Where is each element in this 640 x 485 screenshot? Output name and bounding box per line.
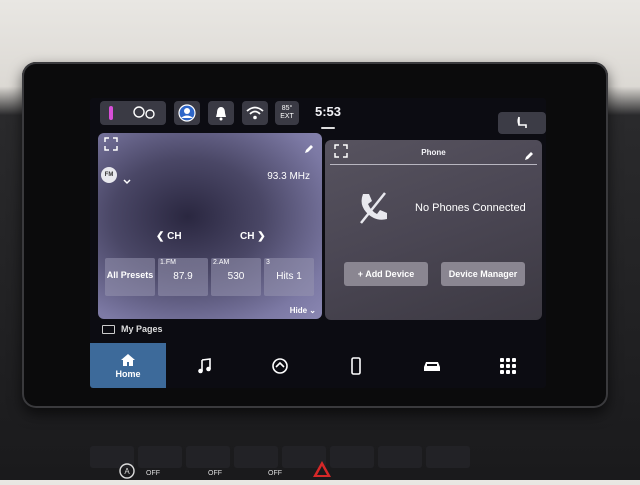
add-device-button[interactable]: + Add Device <box>344 262 428 286</box>
phone-card[interactable]: Phone No Phones Connected + Add Device D… <box>325 140 542 320</box>
band-badge[interactable]: FM <box>101 167 117 183</box>
preset-label: Hits 1 <box>276 271 302 282</box>
status-bar: 85° EXT 5:53 <box>90 98 546 134</box>
station-frequency: 93.3 MHz <box>267 171 310 182</box>
divider <box>330 164 537 165</box>
clock: 5:53 <box>315 104 342 119</box>
outside-temperature: 85° EXT <box>275 101 299 125</box>
nav-home-label: Home <box>115 368 141 379</box>
expand-icon[interactable] <box>104 137 118 154</box>
hide-button[interactable]: Hide ⌄ <box>290 306 316 315</box>
phone-icon <box>351 356 361 375</box>
bell-icon[interactable] <box>208 101 234 125</box>
temp-ext-label: EXT <box>280 113 294 120</box>
wifi-icon[interactable] <box>242 101 268 125</box>
nav-apps[interactable] <box>470 343 546 388</box>
bottom-nav: Home <box>90 343 546 388</box>
music-icon <box>198 357 211 373</box>
chevron-left-icon: ❮ <box>156 231 165 242</box>
phone-status: No Phones Connected <box>415 202 526 214</box>
no-phone-icon <box>355 190 391 231</box>
nav-phone[interactable] <box>318 343 394 388</box>
chevron-down-icon: ⌄ <box>309 306 316 315</box>
ch-next-button[interactable]: CH ❯ <box>240 231 266 242</box>
temp-value: 85° <box>281 105 293 112</box>
chevron-right-icon: ❯ <box>257 231 266 242</box>
console-button[interactable] <box>426 446 470 468</box>
phone-title: Phone <box>421 148 446 157</box>
home-icon <box>121 353 135 366</box>
chevron-down-icon[interactable] <box>123 172 131 190</box>
notification-handle[interactable] <box>321 127 335 129</box>
preset-label: 87.9 <box>173 271 193 282</box>
nav-comfort[interactable] <box>242 343 318 388</box>
apps-icon[interactable] <box>100 101 166 125</box>
ch-prev-button[interactable]: ❮ CH <box>156 231 182 242</box>
auto-stop-icon: A <box>118 462 136 485</box>
preset-1[interactable]: 1.FM 87.9 <box>158 258 208 296</box>
vehicle-settings-icon <box>272 357 288 374</box>
svg-text:A: A <box>124 467 130 476</box>
ch-prev-label: CH <box>167 231 182 242</box>
console-button[interactable] <box>186 446 230 468</box>
apps-grid-icon <box>500 357 516 374</box>
add-device-label: + Add Device <box>357 269 415 279</box>
my-pages-label: My Pages <box>121 324 163 334</box>
off-label: OFF <box>146 470 160 477</box>
nav-media[interactable] <box>166 343 242 388</box>
seat-icon[interactable] <box>498 112 546 134</box>
preset-number: 1.FM <box>160 259 176 266</box>
pages-icon <box>102 324 115 334</box>
preset-label: All Presets <box>106 270 154 280</box>
device-manager-label: Device Manager <box>448 269 518 279</box>
hide-label: Hide <box>289 306 308 315</box>
console-button[interactable] <box>138 446 182 468</box>
ch-next-label: CH <box>240 231 255 242</box>
all-presets-button[interactable]: All Presets <box>105 258 155 296</box>
radio-card[interactable]: FM 93.3 MHz ❮ CH CH ❯ All Presets 1.FM 8… <box>98 133 322 319</box>
profile-icon[interactable] <box>174 101 200 125</box>
off-label: OFF <box>208 470 222 477</box>
console-button[interactable] <box>330 446 374 468</box>
preset-number: 2.AM <box>213 259 230 266</box>
nav-vehicle[interactable] <box>394 343 470 388</box>
preset-2[interactable]: 2.AM 530 <box>211 258 261 296</box>
preset-number: 3 <box>266 259 270 266</box>
preset-label: 530 <box>227 271 245 282</box>
edit-icon[interactable] <box>304 141 314 159</box>
preset-3[interactable]: 3 Hits 1 <box>264 258 314 296</box>
console-button[interactable] <box>378 446 422 468</box>
off-label: OFF <box>268 470 282 477</box>
band-label: FM <box>104 172 114 178</box>
car-icon <box>424 361 440 371</box>
device-manager-button[interactable]: Device Manager <box>441 262 525 286</box>
infotainment-screen: 85° EXT 5:53 FM 93.3 MHz ❮ CH CH ❯ All P… <box>90 98 546 388</box>
console-button[interactable] <box>234 446 278 468</box>
my-pages-link[interactable]: My Pages <box>102 324 163 334</box>
nav-home[interactable]: Home <box>90 343 166 388</box>
